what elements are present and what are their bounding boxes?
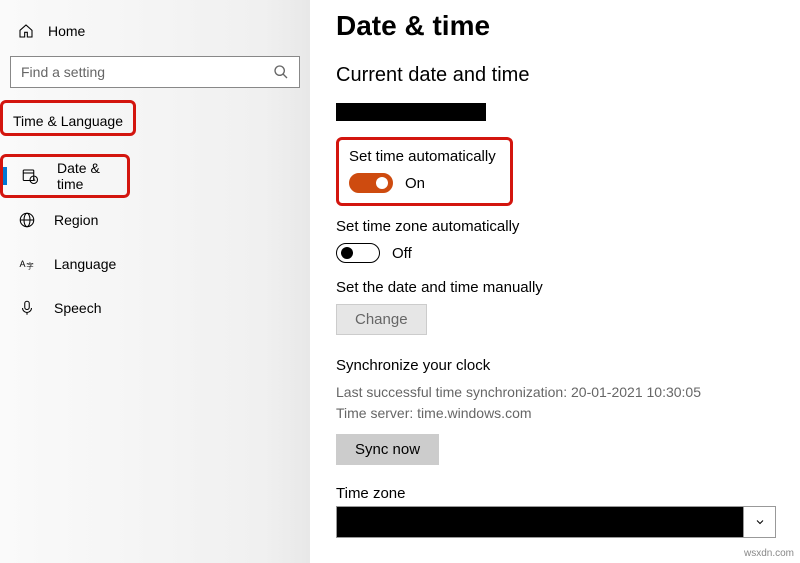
globe-icon xyxy=(18,211,36,229)
sidebar-item-label: Language xyxy=(54,256,116,272)
section-title: Time & Language xyxy=(0,100,136,136)
home-link[interactable]: Home xyxy=(0,14,310,48)
timezone-group: Time zone xyxy=(336,485,790,538)
svg-text:A: A xyxy=(20,259,26,269)
set-tz-auto-label: Set time zone automatically xyxy=(336,218,790,235)
set-tz-auto-toggle[interactable] xyxy=(336,243,380,263)
main-content: Date & time Current date and time Set ti… xyxy=(310,0,800,563)
redacted-datetime xyxy=(336,103,486,121)
search-input[interactable]: Find a setting xyxy=(10,56,300,88)
set-time-auto-state: On xyxy=(405,175,425,192)
manual-label: Set the date and time manually xyxy=(336,279,790,296)
home-label: Home xyxy=(48,23,85,39)
sync-last: Last successful time synchronization: 20… xyxy=(336,382,790,403)
set-time-auto-group: Set time automatically On xyxy=(336,137,513,206)
search-icon xyxy=(273,64,289,80)
set-tz-auto-group: Set time zone automatically Off xyxy=(336,218,790,263)
search-placeholder: Find a setting xyxy=(21,64,105,80)
set-tz-auto-state: Off xyxy=(392,245,412,262)
sync-heading: Synchronize your clock xyxy=(336,357,790,374)
svg-text:字: 字 xyxy=(26,261,34,271)
sidebar-item-speech[interactable]: Speech xyxy=(0,286,310,330)
sidebar-item-label: Speech xyxy=(54,300,101,316)
calendar-clock-icon xyxy=(21,167,39,185)
sidebar: Home Find a setting Time & Language Date… xyxy=(0,0,310,563)
nav-list: Date & time Region A字 Language Speech xyxy=(0,154,310,330)
microphone-icon xyxy=(18,299,36,317)
manual-group: Set the date and time manually Change xyxy=(336,279,790,335)
timezone-select[interactable] xyxy=(336,506,776,538)
watermark: wsxdn.com xyxy=(744,548,794,559)
sync-server: Time server: time.windows.com xyxy=(336,403,790,424)
sidebar-item-label: Date & time xyxy=(57,160,127,192)
timezone-label: Time zone xyxy=(336,485,790,502)
change-button[interactable]: Change xyxy=(336,304,427,335)
sidebar-item-label: Region xyxy=(54,212,98,228)
language-icon: A字 xyxy=(18,255,36,273)
redacted-timezone xyxy=(337,507,743,537)
chevron-down-icon xyxy=(743,507,775,537)
page-title: Date & time xyxy=(336,10,790,42)
page-subtitle: Current date and time xyxy=(336,64,790,87)
sidebar-item-language[interactable]: A字 Language xyxy=(0,242,310,286)
home-icon xyxy=(18,23,34,39)
set-time-auto-toggle[interactable] xyxy=(349,173,393,193)
sidebar-item-region[interactable]: Region xyxy=(0,198,310,242)
sync-now-button[interactable]: Sync now xyxy=(336,434,439,465)
set-time-auto-label: Set time automatically xyxy=(349,148,496,165)
sidebar-item-date-time[interactable]: Date & time xyxy=(0,154,130,198)
sync-group: Synchronize your clock Last successful t… xyxy=(336,357,790,465)
